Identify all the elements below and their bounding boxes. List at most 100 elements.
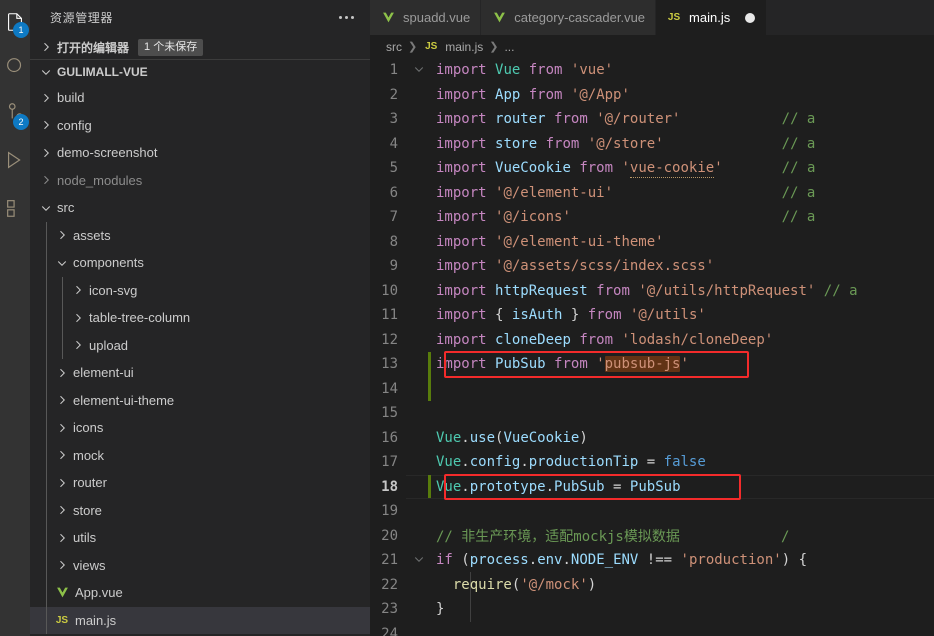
code-text: import '@/icons' // a [436, 209, 816, 226]
code-line[interactable]: 12 import cloneDeep from 'lodash/cloneDee… [370, 328, 934, 353]
chevron-right-icon [70, 282, 86, 298]
activity-bar-item-explorer[interactable]: 1 [0, 0, 30, 44]
tab-modified-indicator[interactable] [745, 12, 756, 23]
code-line[interactable]: 18 Vue.prototype.PubSub = PubSub [370, 474, 934, 499]
chevron-right-icon [70, 310, 86, 326]
chevron-down-icon[interactable] [412, 63, 426, 78]
tree-item-node_modules[interactable]: node_modules [30, 167, 370, 195]
line-number: 4 [389, 135, 398, 152]
code-line[interactable]: 16 Vue.use(VueCookie) [370, 426, 934, 451]
tree-item-components[interactable]: components [30, 249, 370, 277]
line-number: 19 [381, 503, 398, 520]
line-number: 12 [381, 331, 398, 348]
activity-bar-item-source-control[interactable]: 2 [0, 88, 30, 136]
tree-item-label: components [73, 255, 144, 271]
code-line[interactable]: 2 import App from '@/App' [370, 83, 934, 108]
chevron-right-icon [54, 392, 70, 408]
editor-tab-spuadd-vue[interactable]: spuadd.vue [370, 0, 482, 35]
chevron-right-icon [70, 337, 86, 353]
line-number: 18 [381, 478, 398, 495]
code-line[interactable]: 24 [370, 622, 934, 636]
source-control-badge: 2 [13, 114, 29, 130]
activity-bar-item-extensions[interactable] [0, 184, 30, 232]
code-line[interactable]: 8 import '@/element-ui-theme' [370, 230, 934, 255]
activity-bar-item-search[interactable] [0, 44, 30, 88]
code-text: Vue.prototype.PubSub = PubSub [436, 478, 681, 495]
breadcrumb-item-folder[interactable]: src [386, 40, 402, 54]
line-number: 14 [381, 380, 398, 397]
tree-item-element-ui-theme[interactable]: element-ui-theme [30, 386, 370, 415]
tree-item-demo-screenshot[interactable]: demo-screenshot [30, 139, 370, 167]
code-line[interactable]: 21 if (process.env.NODE_ENV !== 'producti… [370, 548, 934, 573]
tree-item-src[interactable]: src [30, 194, 370, 222]
code-line[interactable]: 23} [370, 597, 934, 622]
code-line[interactable]: 9 import '@/assets/scss/index.scss' [370, 254, 934, 279]
tree-item-store[interactable]: store [30, 496, 370, 525]
tree-item-config[interactable]: config [30, 112, 370, 140]
code-line[interactable]: 13 import PubSub from 'pubsub-js' [370, 352, 934, 377]
code-text: import cloneDeep from 'lodash/cloneDeep' [436, 331, 774, 348]
chevron-down-icon[interactable] [412, 553, 426, 568]
js-icon: JS [667, 12, 681, 23]
tree-item-label: upload [89, 337, 129, 353]
tree-item-label: utils [73, 530, 97, 546]
code-line[interactable]: 5 import VueCookie from 'vue-cookie' // a [370, 156, 934, 181]
tree-indent-guide [46, 386, 47, 414]
code-line[interactable]: 6 import '@/element-ui' // a [370, 181, 934, 206]
line-number: 13 [381, 356, 398, 373]
tree-item-upload[interactable]: upload [30, 331, 370, 359]
tree-indent-guide [46, 304, 47, 332]
line-number: 20 [381, 527, 398, 544]
line-number: 11 [381, 307, 398, 324]
tree-item-table-tree-column[interactable]: table-tree-column [30, 304, 370, 332]
project-section-header[interactable]: GULIMALL-VUE [30, 60, 370, 84]
tree-item-build[interactable]: build [30, 84, 370, 112]
tree-indent-guide [62, 276, 63, 304]
open-editors-section-header[interactable]: 打开的编辑器 1 个未保存 [30, 35, 370, 59]
tree-item-utils[interactable]: utils [30, 524, 370, 552]
tree-item-views[interactable]: views [30, 551, 370, 580]
code-line[interactable]: 15 [370, 401, 934, 426]
tree-item-mock[interactable]: mock [30, 441, 370, 470]
activity-bar-item-run-and-debug[interactable] [0, 136, 30, 184]
code-line[interactable]: 11 import { isAuth } from '@/utils' [370, 303, 934, 328]
breadcrumb-item-symbol[interactable]: ... [504, 40, 514, 54]
code-line[interactable]: 20 // 非生产环境，适配mockjs模拟数据 / [370, 524, 934, 549]
chevron-right-icon [54, 530, 70, 546]
tree-item-App-vue[interactable]: App.vue [30, 579, 370, 607]
code-line[interactable]: 10 import httpRequest from '@/utils/httpR… [370, 279, 934, 304]
tree-item-assets[interactable]: assets [30, 221, 370, 249]
line-number: 2 [389, 86, 398, 103]
tree-item-element-ui[interactable]: element-ui [30, 359, 370, 387]
code-editor[interactable]: 1 import Vue from 'vue' 2 import App from '… [370, 58, 934, 636]
code-line[interactable]: 14 [370, 376, 934, 401]
line-number: 10 [381, 282, 398, 299]
tree-item-main-js[interactable]: JS main.js [30, 606, 370, 634]
editor-tab-main-js[interactable]: JS main.js [656, 0, 768, 35]
code-line[interactable]: 4 import store from '@/store' // a [370, 132, 934, 157]
explorer-badge: 1 [13, 22, 29, 38]
tree-item-label: store [73, 502, 102, 518]
tree-indent-guide [62, 331, 63, 359]
tree-item-router[interactable]: router [30, 469, 370, 497]
code-line[interactable]: 19 [370, 499, 934, 524]
tree-item-icons[interactable]: icons [30, 414, 370, 442]
tree-indent-guide [46, 221, 47, 249]
code-line[interactable]: 7 import '@/icons' // a [370, 205, 934, 230]
explorer-sidebar: 资源管理器 打开的编辑器 1 个未保存 GULIMALL-VUE build c… [30, 0, 370, 636]
editor-tab-category-cascader-vue[interactable]: category-cascader.vue [481, 0, 657, 35]
more-actions-icon[interactable] [333, 12, 360, 23]
code-line[interactable]: 3 import router from '@/router' // a [370, 107, 934, 132]
code-line[interactable]: 22 require('@/mock') [370, 573, 934, 598]
code-line[interactable]: 17 Vue.config.productionTip = false [370, 450, 934, 475]
breadcrumb-item-file[interactable]: main.js [445, 40, 483, 54]
tree-item-icon-svg[interactable]: icon-svg [30, 276, 370, 304]
tree-indent-guide [62, 304, 63, 332]
chevron-down-icon [54, 255, 70, 271]
code-line[interactable]: 1 import Vue from 'vue' [370, 58, 934, 83]
